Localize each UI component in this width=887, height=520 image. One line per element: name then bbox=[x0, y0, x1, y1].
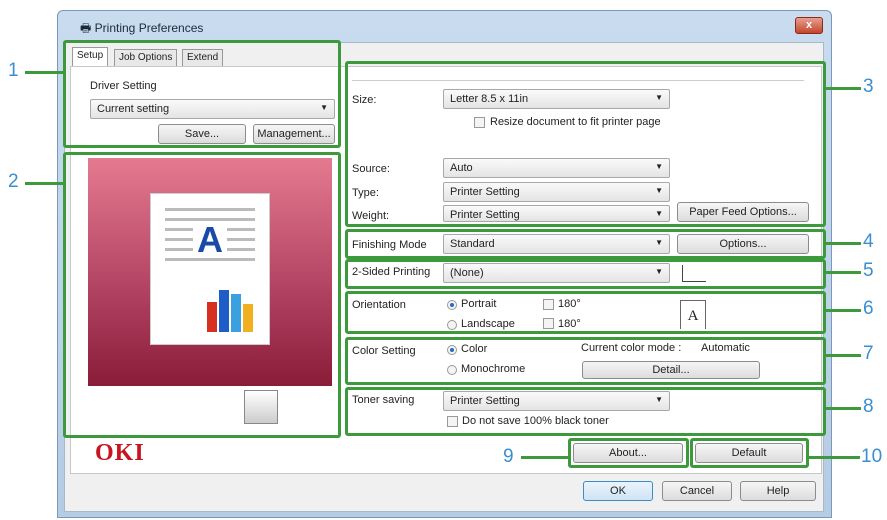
callout-line-9 bbox=[521, 456, 569, 459]
callout-line-3 bbox=[825, 87, 861, 90]
callout-box-9 bbox=[568, 438, 689, 468]
oki-logo: OKI bbox=[95, 440, 145, 466]
callout-line-2 bbox=[25, 182, 65, 185]
ok-button[interactable]: OK bbox=[583, 481, 653, 501]
callout-box-7 bbox=[345, 337, 826, 385]
callout-6: 6 bbox=[863, 298, 874, 319]
callout-line-10 bbox=[808, 456, 860, 459]
help-button[interactable]: Help bbox=[740, 481, 816, 501]
callout-line-7 bbox=[825, 354, 861, 357]
cancel-button[interactable]: Cancel bbox=[662, 481, 732, 501]
callout-box-3 bbox=[345, 61, 826, 227]
callout-1: 1 bbox=[8, 60, 19, 81]
callout-line-4 bbox=[825, 242, 861, 245]
callout-box-5 bbox=[345, 259, 826, 289]
printer-icon: 🖶 bbox=[80, 21, 95, 35]
callout-box-1 bbox=[63, 40, 341, 148]
callout-10: 10 bbox=[861, 446, 883, 467]
callout-9: 9 bbox=[503, 446, 514, 467]
callout-box-6 bbox=[345, 291, 826, 334]
callout-line-5 bbox=[825, 271, 861, 274]
callout-line-8 bbox=[825, 407, 861, 410]
callout-box-8 bbox=[345, 387, 826, 436]
callout-box-10 bbox=[690, 438, 809, 468]
close-button[interactable]: x bbox=[795, 17, 823, 34]
window-title: 🖶 Printing Preferences bbox=[80, 21, 204, 35]
callout-7: 7 bbox=[863, 343, 874, 364]
callout-line-6 bbox=[825, 309, 861, 312]
callout-5: 5 bbox=[863, 260, 874, 281]
callout-line-1 bbox=[25, 71, 65, 74]
callout-box-4 bbox=[345, 229, 826, 259]
callout-8: 8 bbox=[863, 396, 874, 417]
callout-box-2 bbox=[63, 152, 341, 438]
callout-3: 3 bbox=[863, 76, 874, 97]
callout-4: 4 bbox=[863, 231, 874, 252]
callout-2: 2 bbox=[8, 171, 19, 192]
